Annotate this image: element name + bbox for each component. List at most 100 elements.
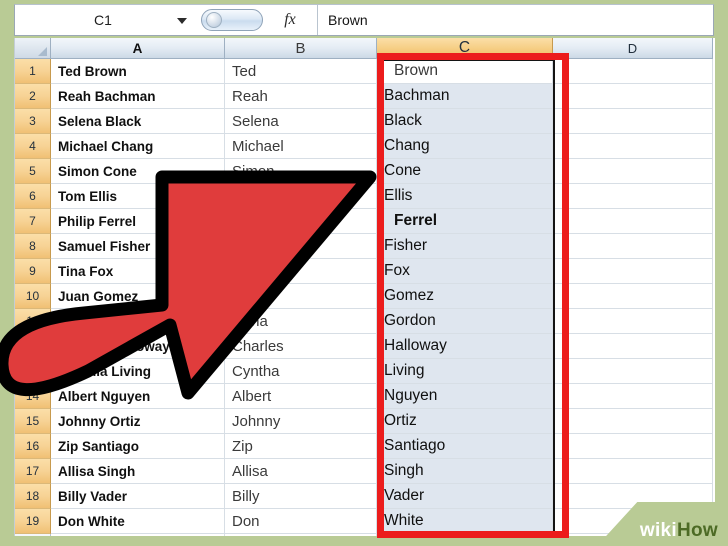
cell-B20[interactable] [225, 534, 377, 536]
cell-D12[interactable] [553, 334, 713, 359]
row-header[interactable]: 17 [15, 459, 51, 484]
cell-A18[interactable]: Billy Vader [51, 484, 225, 509]
cell-C13[interactable]: Living [377, 359, 553, 384]
row-header[interactable]: 15 [15, 409, 51, 434]
cancel-icon[interactable] [206, 12, 222, 28]
column-header-a[interactable]: A [51, 38, 225, 59]
cell-A10[interactable]: Juan Gomez [51, 284, 225, 309]
cell-B3[interactable]: Selena [225, 109, 377, 134]
table-row[interactable]: 10 Juan Gomez Juan Gomez [15, 284, 715, 309]
table-row[interactable]: 9 Tina Fox Tina Fox [15, 259, 715, 284]
cell-D8[interactable] [553, 234, 713, 259]
row-header[interactable]: 12 [15, 334, 51, 359]
cell-A20[interactable] [51, 534, 225, 536]
row-header[interactable]: 4 [15, 134, 51, 159]
row-header[interactable]: 5 [15, 159, 51, 184]
cell-B10[interactable]: Juan [225, 284, 377, 309]
row-header[interactable]: 11 [15, 309, 51, 334]
worksheet-grid[interactable]: A B C D 1 Ted Brown Ted Brown 2 Reah Bachman R… [14, 38, 715, 536]
cell-B9[interactable]: Tina [225, 259, 377, 284]
cell-C8[interactable]: Fisher [377, 234, 553, 259]
cell-C18[interactable]: Vader [377, 484, 553, 509]
cell-C4[interactable]: Chang [377, 134, 553, 159]
table-row[interactable]: 15 Johnny Ortiz Johnny Ortiz [15, 409, 715, 434]
cell-A12[interactable]: Charles Halloway [51, 334, 225, 359]
cell-A6[interactable]: Tom Ellis [51, 184, 225, 209]
row-header[interactable]: 10 [15, 284, 51, 309]
cell-A2[interactable]: Reah Bachman [51, 84, 225, 109]
cell-C10[interactable]: Gomez [377, 284, 553, 309]
cell-A9[interactable]: Tina Fox [51, 259, 225, 284]
cell-A15[interactable]: Johnny Ortiz [51, 409, 225, 434]
table-row[interactable]: 3 Selena Black Selena Black [15, 109, 715, 134]
row-header[interactable]: 8 [15, 234, 51, 259]
cell-D11[interactable] [553, 309, 713, 334]
cell-C14[interactable]: Nguyen [377, 384, 553, 409]
cell-B7[interactable]: Philip [225, 209, 377, 234]
cell-D15[interactable] [553, 409, 713, 434]
cell-A8[interactable]: Samuel Fisher [51, 234, 225, 259]
row-header[interactable]: 16 [15, 434, 51, 459]
table-row[interactable]: 2 Reah Bachman Reah Bachman [15, 84, 715, 109]
cell-B2[interactable]: Reah [225, 84, 377, 109]
cell-A3[interactable]: Selena Black [51, 109, 225, 134]
cell-C17[interactable]: Singh [377, 459, 553, 484]
table-row[interactable]: 14 Albert Nguyen Albert Nguyen [15, 384, 715, 409]
cell-D14[interactable] [553, 384, 713, 409]
cell-A1[interactable]: Ted Brown [51, 59, 225, 84]
cell-B5[interactable]: Simon [225, 159, 377, 184]
select-all-corner[interactable] [15, 38, 51, 59]
cell-C11[interactable]: Gordon [377, 309, 553, 334]
cell-A7[interactable]: Philip Ferrel [51, 209, 225, 234]
table-row[interactable]: 16 Zip Santiago Zip Santiago [15, 434, 715, 459]
row-header[interactable]: 9 [15, 259, 51, 284]
cell-D2[interactable] [553, 84, 713, 109]
cell-D7[interactable] [553, 209, 713, 234]
cell-B1[interactable]: Ted [225, 59, 377, 84]
chevron-down-icon[interactable] [177, 18, 187, 24]
cell-C20[interactable] [377, 534, 553, 536]
cell-C15[interactable]: Ortiz [377, 409, 553, 434]
cell-A19[interactable]: Don White [51, 509, 225, 534]
cell-D10[interactable] [553, 284, 713, 309]
cell-B19[interactable]: Don [225, 509, 377, 534]
table-row[interactable]: 6 Tom Ellis Tom Ellis [15, 184, 715, 209]
cell-C16[interactable]: Santiago [377, 434, 553, 459]
cell-C5[interactable]: Cone [377, 159, 553, 184]
row-header[interactable]: 14 [15, 384, 51, 409]
formula-bar-buttons[interactable] [201, 9, 263, 31]
cell-C9[interactable]: Fox [377, 259, 553, 284]
column-header-d[interactable]: D [553, 38, 713, 59]
cell-D9[interactable] [553, 259, 713, 284]
cell-D16[interactable] [553, 434, 713, 459]
cell-D4[interactable] [553, 134, 713, 159]
cell-C7[interactable]: Ferrel [377, 209, 553, 234]
cell-C2[interactable]: Bachman [377, 84, 553, 109]
cell-A11[interactable]: Dana Gordon [51, 309, 225, 334]
cell-A4[interactable]: Michael Chang [51, 134, 225, 159]
cell-D17[interactable] [553, 459, 713, 484]
table-row[interactable]: 4 Michael Chang Michael Chang [15, 134, 715, 159]
cell-A5[interactable]: Simon Cone [51, 159, 225, 184]
cell-B11[interactable]: Dana [225, 309, 377, 334]
table-row[interactable]: 8 Samuel Fisher Samuel Fisher [15, 234, 715, 259]
column-header-b[interactable]: B [225, 38, 377, 59]
cell-B18[interactable]: Billy [225, 484, 377, 509]
cell-C6[interactable]: Ellis [377, 184, 553, 209]
cell-C12[interactable]: Halloway [377, 334, 553, 359]
cell-D13[interactable] [553, 359, 713, 384]
row-header[interactable]: 3 [15, 109, 51, 134]
row-header[interactable]: 19 [15, 509, 51, 534]
cell-B4[interactable]: Michael [225, 134, 377, 159]
table-row[interactable]: 5 Simon Cone Simon Cone [15, 159, 715, 184]
cell-D5[interactable] [553, 159, 713, 184]
cell-A14[interactable]: Albert Nguyen [51, 384, 225, 409]
cell-A13[interactable]: Cynthia Living [51, 359, 225, 384]
cell-B14[interactable]: Albert [225, 384, 377, 409]
row-header[interactable]: 1 [15, 59, 51, 84]
row-header[interactable]: 2 [15, 84, 51, 109]
table-row[interactable]: 11 Dana Gordon Dana Gordon [15, 309, 715, 334]
cell-D3[interactable] [553, 109, 713, 134]
table-row[interactable]: 13 Cynthia Living Cyntha Living [15, 359, 715, 384]
row-header[interactable]: 6 [15, 184, 51, 209]
